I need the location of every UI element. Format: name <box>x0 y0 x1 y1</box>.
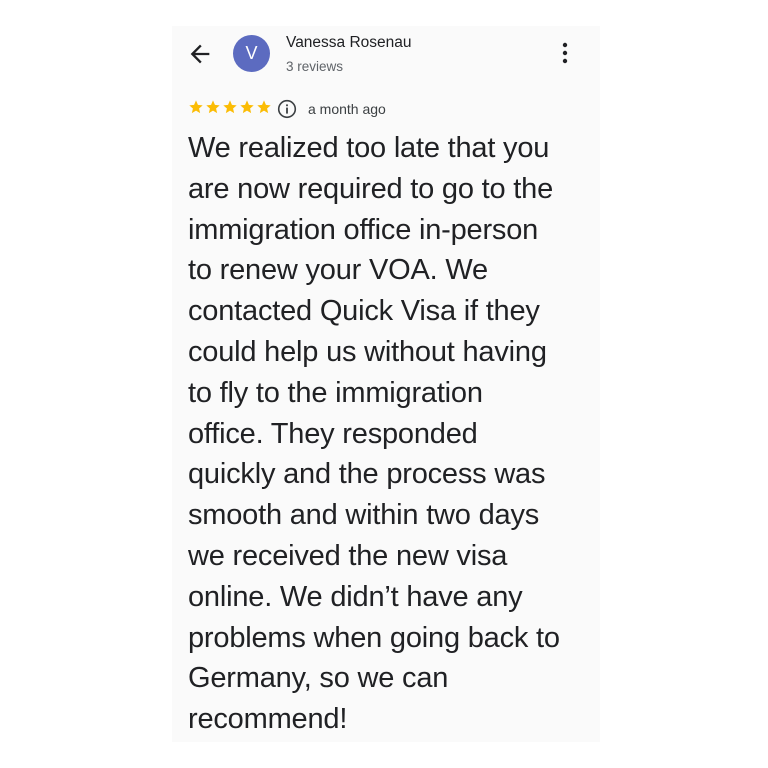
review-text-line: online. We didn’t have any <box>188 580 523 613</box>
avatar-initial: V <box>245 43 258 63</box>
review-text-line: quickly and the process was <box>188 458 546 491</box>
review-text-line: smooth and within two days <box>188 499 540 532</box>
review-text-line: recommend! <box>188 703 348 736</box>
review-text-line: are now required to go to the <box>188 172 553 205</box>
review-text-line: We realized too late that you <box>188 132 550 164</box>
review-text-line: problems when going back to <box>188 621 560 654</box>
review-text-line: office. They responded <box>188 417 478 450</box>
back-button[interactable] <box>186 40 214 68</box>
review-text-line: to fly to the immigration <box>188 376 483 409</box>
star-icon <box>223 100 237 114</box>
review-text-line: contacted Quick Visa if they <box>188 295 540 328</box>
review-text-line: to renew your VOA. We <box>188 254 488 287</box>
more-options-button[interactable] <box>554 40 576 66</box>
avatar[interactable]: V <box>233 35 270 72</box>
info-icon <box>277 99 297 119</box>
review-count: 3 reviews <box>286 59 344 74</box>
star-icon <box>240 100 254 114</box>
review-text-line: Germany, so we can <box>188 662 449 695</box>
star-icon <box>257 100 271 114</box>
review-text-line: immigration office in-person <box>188 213 539 246</box>
review-text-line: we received the new visa <box>188 539 508 572</box>
info-button[interactable] <box>277 99 297 119</box>
star-icon <box>206 100 220 114</box>
review-time: a month ago <box>308 101 386 117</box>
review-text-line: could help us without having <box>188 335 547 368</box>
star-icon <box>189 100 203 114</box>
review-text: We realized too late that you are now req… <box>188 128 598 740</box>
arrow-back-icon <box>190 44 210 64</box>
star-rating <box>188 99 272 115</box>
reviewer-name[interactable]: Vanessa Rosenau <box>286 34 412 52</box>
more-vertical-icon <box>562 42 568 64</box>
